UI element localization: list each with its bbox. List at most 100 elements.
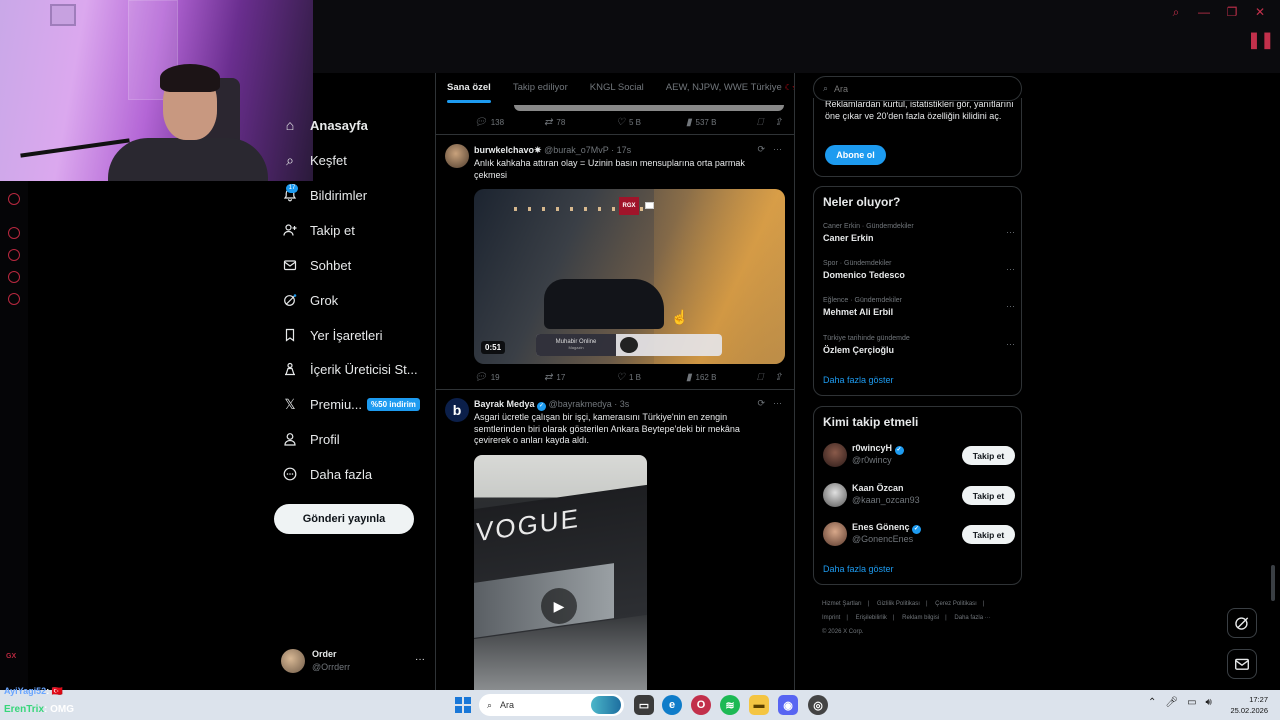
footer-link[interactable]: Reklam bilgisi bbox=[902, 615, 939, 621]
more-horizontal-icon[interactable]: ··· bbox=[1006, 301, 1015, 311]
share-button[interactable]: ⇪ bbox=[774, 117, 782, 128]
scrollbar[interactable] bbox=[1271, 565, 1275, 601]
minimize-icon[interactable]: — bbox=[1198, 5, 1210, 20]
more-horizontal-icon[interactable]: ··· bbox=[1006, 339, 1015, 349]
grok-icon[interactable]: ⟳ bbox=[757, 398, 765, 409]
subscribe-button[interactable]: Abone ol bbox=[825, 145, 886, 165]
tweet-author-name[interactable]: Bayrak Medya bbox=[474, 399, 535, 409]
footer-link[interactable]: Hizmet Şartları bbox=[822, 601, 862, 607]
more-horizontal-icon[interactable]: ··· bbox=[773, 398, 782, 409]
post-button[interactable]: Gönderi yayınla bbox=[274, 504, 414, 534]
follow-button[interactable]: Takip et bbox=[962, 446, 1015, 465]
opera-sidebar-icon[interactable] bbox=[8, 271, 20, 283]
footer-link[interactable]: Erişilebilirlik bbox=[856, 615, 887, 621]
tab-aew-njpw-wwe[interactable]: AEW, NJPW, WWE Türkiye☾★ bbox=[666, 73, 794, 105]
tab-for-you[interactable]: Sana özel bbox=[447, 73, 491, 105]
bookmark-button[interactable]: ⎕ bbox=[757, 117, 763, 128]
tweet-author-name[interactable]: burwkelchavo✷ bbox=[474, 145, 542, 155]
reply-button[interactable]: 💬︎ 138 bbox=[474, 117, 504, 128]
avatar[interactable] bbox=[823, 443, 847, 467]
footer-link[interactable]: Daha fazla ··· bbox=[954, 615, 990, 621]
avatar[interactable]: b bbox=[445, 398, 469, 422]
tweet-time[interactable]: · 3s bbox=[614, 399, 629, 409]
network-icon[interactable]: ▭ bbox=[1187, 697, 1196, 708]
repost-button[interactable]: ⇄ 17 bbox=[544, 372, 565, 383]
nav-item-profile[interactable]: Profil bbox=[282, 427, 340, 451]
nav-item-more[interactable]: Daha fazla bbox=[282, 462, 372, 486]
avatar[interactable] bbox=[823, 522, 847, 546]
search-bar[interactable]: ⌕ bbox=[813, 76, 1022, 101]
follow-suggestion[interactable]: Kaan Özcan @kaan_ozcan93 Takip et bbox=[823, 480, 1015, 510]
tweet-time[interactable]: · 17s bbox=[611, 145, 631, 155]
trend-item[interactable]: Türkiye tarihinde gündemde Özlem Çerçioğ… bbox=[823, 335, 1015, 363]
tab-following[interactable]: Takip ediliyor bbox=[513, 73, 568, 105]
trend-item[interactable]: Caner Erkin · Gündemdekiler Caner Erkin … bbox=[823, 223, 1015, 251]
file-explorer-icon[interactable]: ▬ bbox=[749, 695, 769, 715]
opera-gx-icon[interactable]: O bbox=[691, 695, 711, 715]
more-horizontal-icon[interactable]: ··· bbox=[773, 144, 782, 155]
more-horizontal-icon[interactable]: ··· bbox=[1006, 264, 1015, 274]
taskbar-search[interactable]: ⌕ Ara bbox=[479, 694, 624, 716]
views-button[interactable]: ▮ 162 B bbox=[686, 372, 716, 383]
nav-item-creator-studio[interactable]: İçerik Üreticisi St... bbox=[282, 357, 418, 381]
footer-link[interactable]: Gizlilik Politikası bbox=[877, 601, 920, 607]
nav-item-grok[interactable]: Grok bbox=[282, 288, 338, 312]
opera-sidebar-icon[interactable] bbox=[8, 193, 20, 205]
avatar[interactable] bbox=[823, 483, 847, 507]
tweet-author-handle[interactable]: @bayrakmedya bbox=[549, 399, 612, 409]
show-more-link[interactable]: Daha fazla göster bbox=[823, 375, 894, 385]
share-button[interactable]: ⇪ bbox=[774, 372, 782, 383]
nav-item-follow[interactable]: Takip et bbox=[282, 218, 355, 242]
restore-icon[interactable]: ❐ bbox=[1226, 5, 1238, 20]
follow-suggestion[interactable]: Enes Gönenç ✓ @GonencEnes Takip et bbox=[823, 519, 1015, 549]
windows-start-icon[interactable] bbox=[455, 697, 471, 713]
reply-button[interactable]: 💬︎ 19 bbox=[474, 372, 500, 383]
nav-item-chat[interactable]: Sohbet bbox=[282, 253, 351, 277]
history-icon[interactable] bbox=[8, 249, 20, 261]
follow-button[interactable]: Takip et bbox=[962, 525, 1015, 544]
discord-icon[interactable]: ◉ bbox=[778, 695, 798, 715]
task-view-icon[interactable]: ▭ bbox=[634, 695, 654, 715]
nav-item-home[interactable]: ⌂ Anasayfa bbox=[282, 113, 368, 137]
avatar[interactable] bbox=[445, 144, 469, 168]
grok-icon[interactable]: ⟳ bbox=[757, 144, 765, 155]
app-icon[interactable]: ◎ bbox=[808, 695, 828, 715]
search-input[interactable] bbox=[834, 83, 1005, 94]
footer-link[interactable]: Çerez Politikası bbox=[935, 601, 977, 607]
opera-sidebar-icon[interactable] bbox=[8, 227, 20, 239]
views-button[interactable]: ▮ 537 B bbox=[686, 117, 716, 128]
more-horizontal-icon[interactable]: ··· bbox=[1006, 227, 1015, 237]
trend-item[interactable]: Eğlence · Gündemdekiler Mehmet Ali Erbil… bbox=[823, 297, 1015, 325]
like-button[interactable]: ♡ 1 B bbox=[616, 372, 641, 383]
search-icon[interactable]: ⌕ bbox=[1170, 5, 1182, 20]
close-icon[interactable]: ✕ bbox=[1254, 5, 1266, 20]
like-button[interactable]: ♡ 5 B bbox=[616, 117, 641, 128]
tweet-video[interactable]: VOGUE ▶ bbox=[474, 455, 647, 690]
volume-icon[interactable]: 🔊︎ bbox=[1206, 697, 1212, 708]
trend-item[interactable]: Spor · Gündemdekiler Domenico Tedesco ··… bbox=[823, 260, 1015, 288]
taskbar-clock[interactable]: 17:27 25.02.2026 bbox=[1226, 694, 1268, 716]
tweet-author-handle[interactable]: @burak_o7MvP bbox=[544, 145, 609, 155]
account-switcher[interactable]: Order @Orrderr ··· bbox=[281, 648, 425, 676]
follow-button[interactable]: Takip et bbox=[962, 486, 1015, 505]
edge-icon[interactable]: e bbox=[662, 695, 682, 715]
follow-suggestion[interactable]: r0wincyH ✓ @r0wincy Takip et bbox=[823, 440, 1015, 470]
pause-icon[interactable]: ❚❚ bbox=[1247, 30, 1274, 50]
play-icon[interactable]: ▶ bbox=[541, 588, 577, 624]
tab-kngl-social[interactable]: KNGL Social bbox=[590, 73, 644, 105]
grok-floating-button[interactable] bbox=[1227, 608, 1257, 638]
messages-floating-button[interactable] bbox=[1227, 649, 1257, 679]
repost-button[interactable]: ⇄ 78 bbox=[544, 117, 565, 128]
tweet-video[interactable]: RGX Muhabir Online Magazin 0:51 bbox=[474, 189, 785, 364]
gx-icon[interactable]: GX bbox=[6, 653, 16, 660]
nav-item-explore[interactable]: ⌕ Keşfet bbox=[282, 148, 347, 172]
spotify-icon[interactable]: ≋ bbox=[720, 695, 740, 715]
settings-icon[interactable] bbox=[8, 293, 20, 305]
show-more-link[interactable]: Daha fazla göster bbox=[823, 564, 894, 574]
nav-item-premium[interactable]: 𝕏 Premiu... bbox=[282, 392, 362, 416]
microphone-icon[interactable]: 🎤︎ bbox=[1165, 697, 1178, 708]
footer-link[interactable]: Imprint bbox=[822, 615, 840, 621]
bookmark-button[interactable]: ⎕ bbox=[757, 372, 763, 383]
chevron-up-icon[interactable]: ⌃ bbox=[1148, 697, 1156, 708]
nav-item-bookmarks[interactable]: Yer İşaretleri bbox=[282, 323, 383, 347]
